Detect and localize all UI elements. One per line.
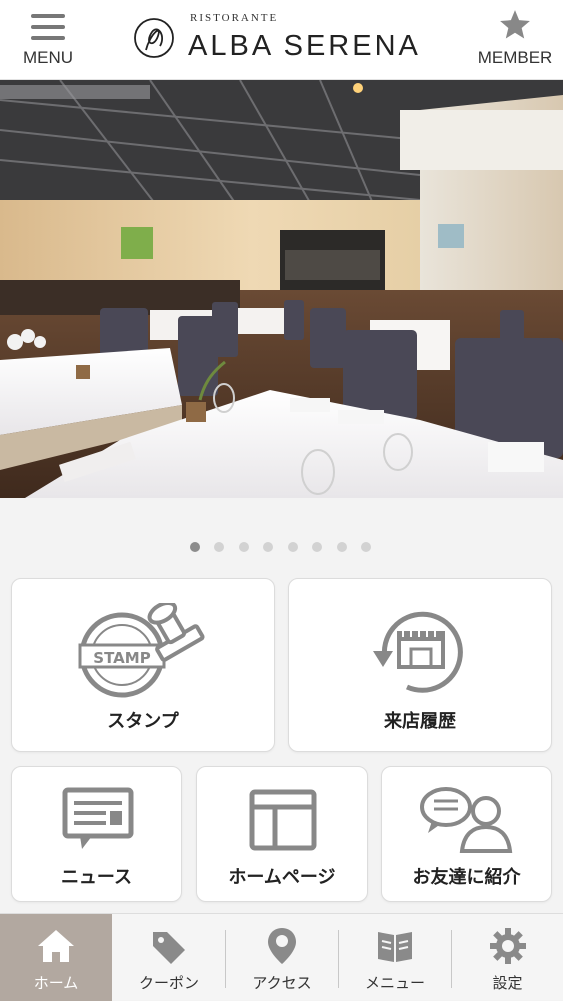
restaurant-logo: RISTORANTE ALBA SERENA	[132, 8, 432, 70]
gear-icon	[490, 928, 526, 964]
carousel-dot[interactable]	[361, 542, 371, 552]
invite-friend-tile-label: お友達に紹介	[412, 867, 521, 888]
stamp-tile[interactable]: STAMP スタンプ	[11, 578, 275, 752]
news-tile-label: ニュース	[60, 867, 133, 888]
tab-settings[interactable]: 設定	[452, 914, 563, 1001]
location-pin-icon	[268, 928, 296, 964]
news-icon	[62, 787, 134, 849]
visit-history-tile[interactable]: 来店履歴	[288, 578, 552, 752]
star-icon	[500, 10, 530, 39]
tab-label: アクセス	[252, 974, 312, 992]
stamp-tile-label: スタンプ	[107, 711, 179, 732]
tab-home[interactable]: ホーム	[0, 914, 112, 1001]
carousel-dot[interactable]	[337, 542, 347, 552]
member-label: MEMBER	[477, 48, 553, 67]
hero-image[interactable]	[0, 80, 563, 498]
visit-history-icon	[373, 611, 463, 693]
news-tile[interactable]: ニュース	[11, 766, 182, 902]
tab-access[interactable]: アクセス	[226, 914, 338, 1001]
book-icon	[378, 932, 412, 962]
carousel-dot[interactable]	[288, 542, 298, 552]
tab-menu[interactable]: メニュー	[339, 914, 451, 1001]
carousel-dot[interactable]	[214, 542, 224, 552]
homepage-tile-label: ホームページ	[228, 867, 336, 888]
tab-coupon[interactable]: クーポン	[113, 914, 225, 1001]
stamp-icon: STAMP	[78, 603, 205, 698]
invite-friend-icon	[420, 787, 513, 853]
home-icon	[38, 930, 74, 962]
menu-label: MENU	[22, 48, 74, 67]
carousel-dot[interactable]	[263, 542, 273, 552]
tab-label: ホーム	[33, 974, 79, 992]
carousel-dot[interactable]	[190, 542, 200, 552]
carousel-dot[interactable]	[239, 542, 249, 552]
visit-history-tile-label: 来店履歴	[384, 711, 456, 732]
app-header: MENU RISTORANTE ALBA SERENA MEMBER	[0, 0, 563, 80]
tab-label: クーポン	[138, 974, 199, 992]
invite-friend-tile[interactable]: お友達に紹介	[381, 766, 552, 902]
carousel-dot[interactable]	[312, 542, 322, 552]
logo-subtitle: RISTORANTE	[190, 12, 279, 24]
menu-button[interactable]: MENU	[14, 10, 82, 72]
homepage-tile[interactable]: ホームページ	[196, 766, 368, 902]
logo-title: ALBA SERENA	[188, 30, 421, 62]
carousel-indicator	[0, 542, 563, 556]
tag-icon	[153, 932, 185, 964]
member-button[interactable]: MEMBER	[470, 6, 560, 72]
stamp-icon-text: STAMP	[93, 649, 150, 667]
tab-label: 設定	[492, 974, 523, 992]
tab-label: メニュー	[364, 974, 425, 992]
hamburger-icon	[31, 14, 65, 40]
webpage-icon	[249, 789, 317, 851]
logo-mark-icon	[134, 18, 174, 58]
bottom-tab-bar: ホーム クーポン アクセス メニュー 設定	[0, 913, 563, 1001]
